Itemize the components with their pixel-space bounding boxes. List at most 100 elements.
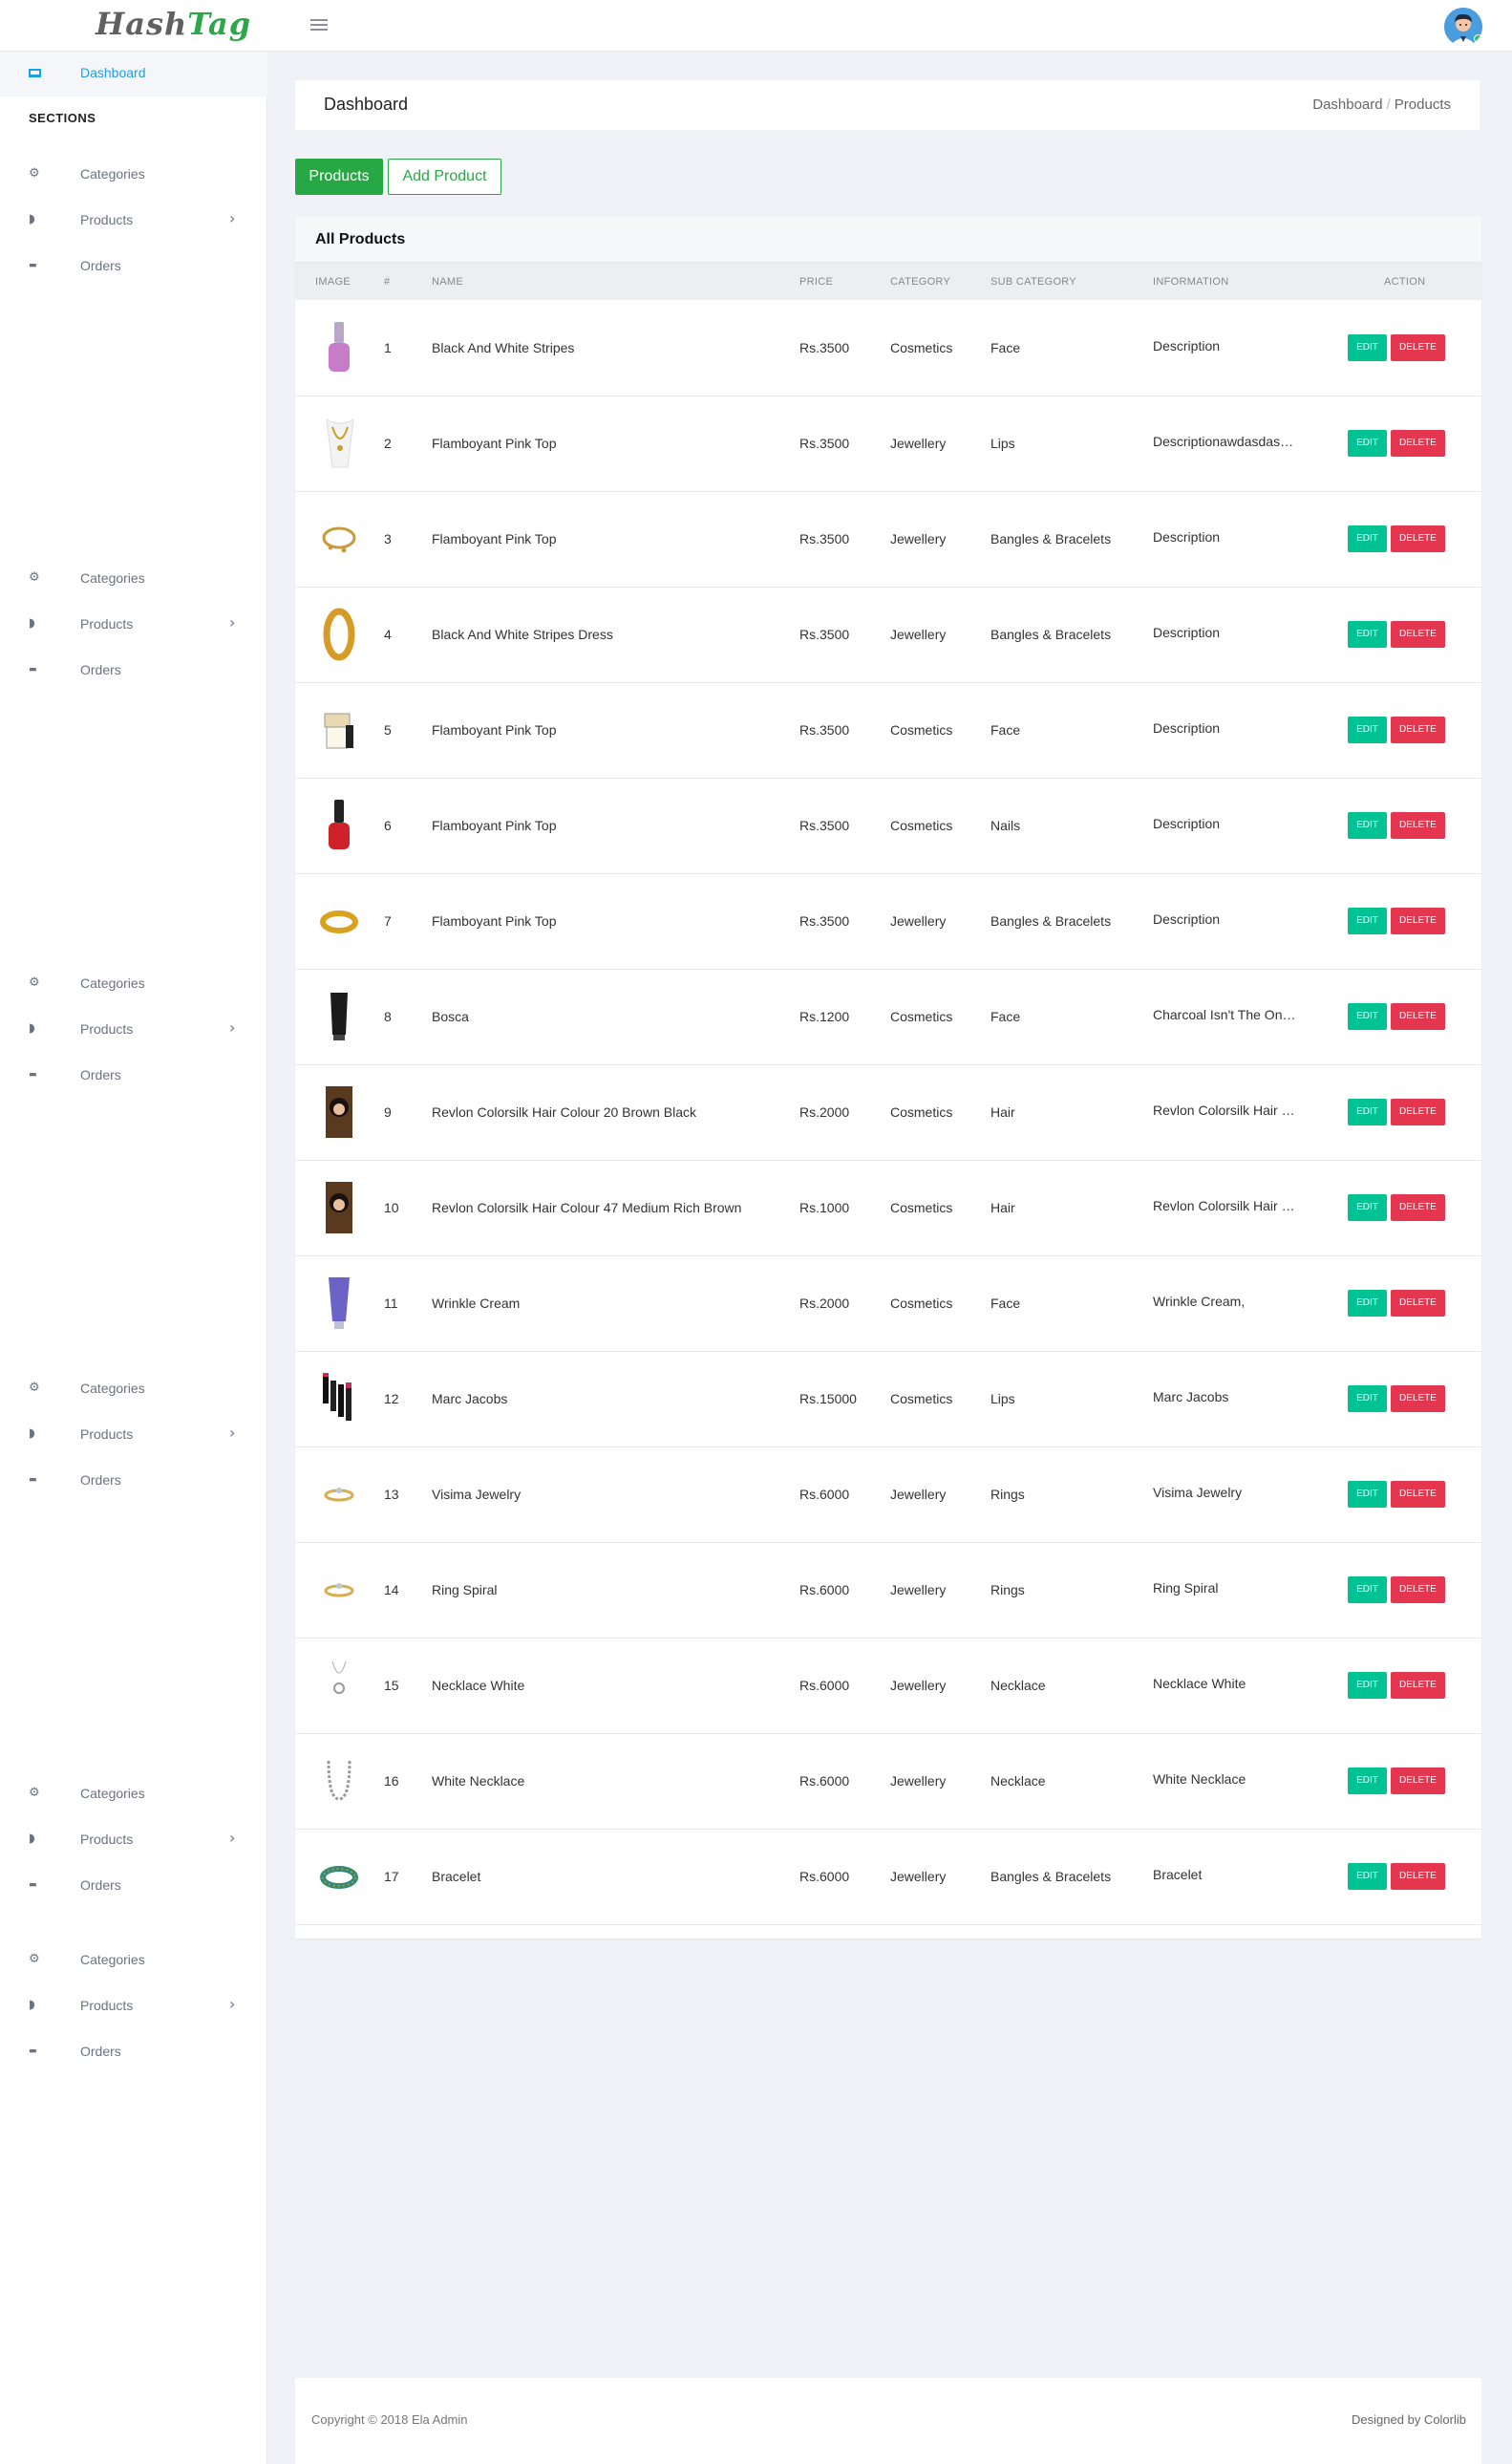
sidebar-item-products[interactable]: ◗ Products › <box>0 206 267 235</box>
product-image <box>329 800 350 849</box>
sidebar-item-label: Orders <box>80 1472 121 1488</box>
column-header-subcategory: SUB CATEGORY <box>990 275 1076 288</box>
cell-category: Jewellery <box>890 1582 947 1597</box>
column-header-category: CATEGORY <box>890 275 951 288</box>
sidebar-item-categories[interactable]: ⚙ Categories <box>0 161 267 189</box>
sidebar-item-orders[interactable]: ▬ Orders <box>0 1872 267 1900</box>
footer-copyright: Copyright © 2018 Ela Admin <box>311 2412 468 2427</box>
info-text: Descriptionawdasdasdasd <box>1153 434 1296 449</box>
app-logo[interactable]: HashTag <box>96 6 251 42</box>
delete-button[interactable]: DELETE <box>1391 1481 1445 1508</box>
sidebar-item-orders[interactable]: ▬ Orders <box>0 656 267 685</box>
delete-button[interactable]: DELETE <box>1391 430 1445 457</box>
edit-button[interactable]: EDIT <box>1348 812 1387 839</box>
sidebar-item-label: Products <box>80 616 134 632</box>
table-row: 8 Bosca Rs.1200 Cosmetics Face Charcoal Isn't… <box>295 969 1481 1064</box>
delete-button[interactable]: DELETE <box>1391 812 1445 839</box>
delete-button[interactable]: DELETE <box>1391 333 1445 361</box>
cell-information: Description <box>1153 300 1334 396</box>
user-avatar[interactable] <box>1444 8 1482 46</box>
add-product-button[interactable]: Add Product <box>388 159 501 195</box>
sidebar-item-label: Products <box>80 1021 134 1037</box>
sidebar-item-products[interactable]: ◗ Products › <box>0 1992 267 2021</box>
info-text: Description <box>1153 337 1221 354</box>
delete-button[interactable]: DELETE <box>1391 1194 1445 1221</box>
sidebar-item-products[interactable]: ◗ Products › <box>0 1826 267 1854</box>
cell-number: 7 <box>384 913 392 929</box>
sidebar-item-categories[interactable]: ⚙ Categories <box>0 1946 267 1975</box>
product-image <box>330 993 348 1040</box>
cell-image <box>295 873 384 969</box>
footer-credit[interactable]: Designed by Colorlib <box>1352 2412 1466 2427</box>
delete-button[interactable]: DELETE <box>1391 1385 1445 1412</box>
edit-button[interactable]: EDIT <box>1348 1099 1387 1125</box>
edit-button[interactable]: EDIT <box>1348 1576 1387 1603</box>
cell-subcategory: Lips <box>990 1391 1015 1406</box>
edit-button[interactable]: EDIT <box>1348 333 1387 361</box>
cell-name: Necklace White <box>432 1678 525 1693</box>
edit-button[interactable]: EDIT <box>1348 908 1387 934</box>
delete-button[interactable]: DELETE <box>1391 621 1445 648</box>
breadcrumb-dashboard[interactable]: Dashboard <box>1312 96 1382 113</box>
edit-button[interactable]: EDIT <box>1348 1672 1387 1699</box>
sidebar-item-categories[interactable]: ⚙ Categories <box>0 565 267 593</box>
chevron-right-icon: › <box>229 1018 236 1037</box>
cell-number: 6 <box>384 818 392 833</box>
info-text: Necklace White <box>1153 1676 1246 1691</box>
edit-button[interactable]: EDIT <box>1348 621 1387 648</box>
edit-button[interactable]: EDIT <box>1348 1863 1387 1890</box>
sidebar-item-products[interactable]: ◗ Products › <box>0 1421 267 1449</box>
delete-button[interactable]: DELETE <box>1391 525 1445 552</box>
cell-category: Jewellery <box>890 1487 947 1502</box>
sidebar-item-products[interactable]: ◗ Products › <box>0 611 267 639</box>
cell-actions: EDIT DELETE <box>1334 873 1481 969</box>
sidebar-item-categories[interactable]: ⚙ Categories <box>0 970 267 998</box>
edit-button[interactable]: EDIT <box>1348 1003 1387 1030</box>
sidebar-item-orders[interactable]: ▬ Orders <box>0 252 267 281</box>
delete-button[interactable]: DELETE <box>1391 1290 1445 1317</box>
sidebar-item-categories[interactable]: ⚙ Categories <box>0 1780 267 1809</box>
sidebar-item-label: Categories <box>80 166 145 182</box>
info-text: Description <box>1153 529 1221 545</box>
products-button[interactable]: Products <box>295 159 383 195</box>
menu-toggle-icon[interactable] <box>310 16 328 33</box>
edit-button[interactable]: EDIT <box>1348 430 1387 457</box>
edit-button[interactable]: EDIT <box>1348 1768 1387 1794</box>
delete-button[interactable]: DELETE <box>1391 1863 1445 1890</box>
cell-number: 13 <box>384 1487 399 1502</box>
sidebar-item-orders[interactable]: ▬ Orders <box>0 1061 267 1090</box>
delete-button[interactable]: DELETE <box>1391 1003 1445 1030</box>
edit-button[interactable]: EDIT <box>1348 1481 1387 1508</box>
edit-button[interactable]: EDIT <box>1348 525 1387 552</box>
cell-price: Rs.6000 <box>799 1487 850 1502</box>
cell-price: Rs.3500 <box>799 913 850 929</box>
table-row: 12 Marc Jacobs Rs.15000 Cosmetics Lips Marc J… <box>295 1351 1481 1446</box>
edit-button[interactable]: EDIT <box>1348 1194 1387 1221</box>
cell-price: Rs.3500 <box>799 531 850 546</box>
delete-button[interactable]: DELETE <box>1391 908 1445 934</box>
edit-button[interactable]: EDIT <box>1348 717 1387 743</box>
edit-button[interactable]: EDIT <box>1348 1290 1387 1317</box>
cell-subcategory: Bangles & Bracelets <box>990 627 1112 642</box>
tag-icon: ◗ <box>29 212 35 226</box>
delete-button[interactable]: DELETE <box>1391 1672 1445 1699</box>
chevron-right-icon: › <box>229 1829 236 1847</box>
cell-information: Description <box>1153 778 1334 873</box>
delete-button[interactable]: DELETE <box>1391 717 1445 743</box>
product-image <box>323 1373 351 1421</box>
sidebar-item-products[interactable]: ◗ Products › <box>0 1016 267 1044</box>
sidebar-item-categories[interactable]: ⚙ Categories <box>0 1375 267 1403</box>
sidebar-item-dashboard[interactable]: Dashboard <box>0 52 267 96</box>
sidebar-item-orders[interactable]: ▬ Orders <box>0 2038 267 2067</box>
info-text: Marc Jacobs <box>1153 1389 1229 1404</box>
delete-button[interactable]: DELETE <box>1391 1768 1445 1794</box>
product-image <box>329 321 350 372</box>
sidebar-item-orders[interactable]: ▬ Orders <box>0 1467 267 1495</box>
cell-subcategory: Face <box>990 1296 1021 1311</box>
cell-category: Cosmetics <box>890 722 953 738</box>
table-row: 15 Necklace White Rs.6000 Jewellery Necklace… <box>295 1638 1481 1733</box>
delete-button[interactable]: DELETE <box>1391 1099 1445 1125</box>
info-text: Bracelet <box>1153 1867 1203 1882</box>
edit-button[interactable]: EDIT <box>1348 1385 1387 1412</box>
delete-button[interactable]: DELETE <box>1391 1576 1445 1603</box>
